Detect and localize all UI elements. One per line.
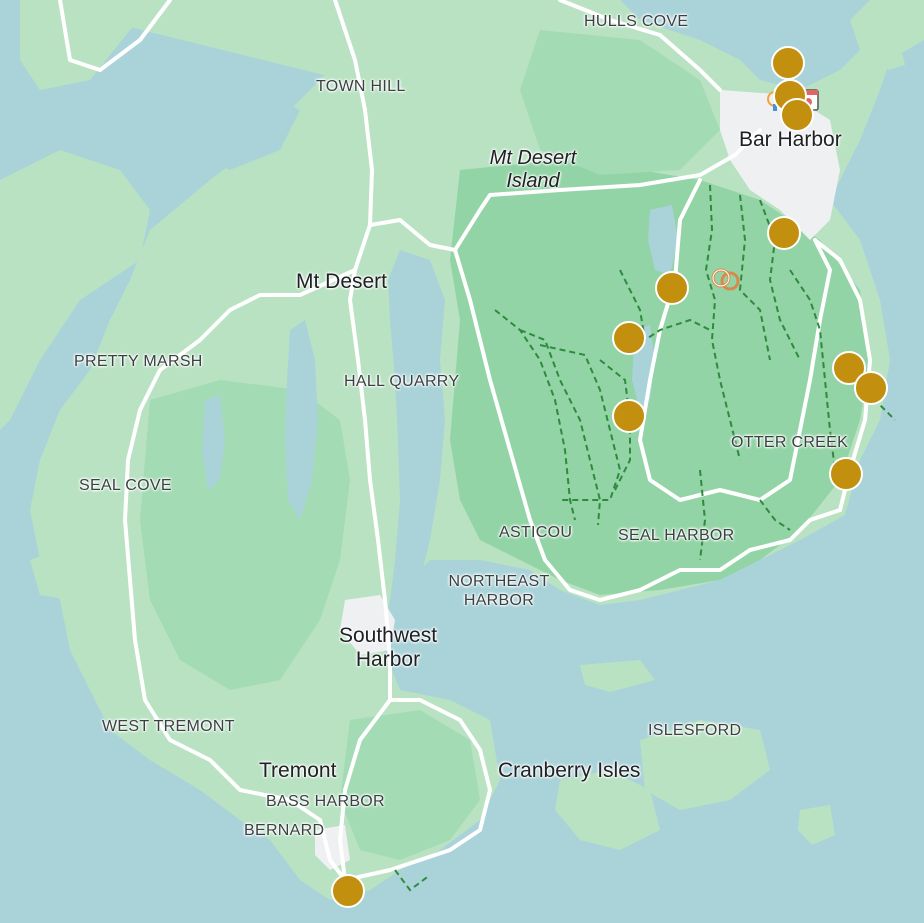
map-marker[interactable] [655, 271, 689, 305]
map-base-layer [0, 0, 924, 923]
map-canvas[interactable]: HULLS COVE TOWN HILL Bar Harbor Mt Deser… [0, 0, 924, 923]
map-marker[interactable] [829, 457, 863, 491]
map-marker[interactable] [780, 98, 814, 132]
map-marker[interactable] [771, 46, 805, 80]
map-marker[interactable] [612, 321, 646, 355]
rings-poi-icon[interactable] [708, 264, 744, 294]
map-marker[interactable] [767, 216, 801, 250]
map-marker[interactable] [331, 874, 365, 908]
map-marker[interactable] [612, 399, 646, 433]
map-marker[interactable] [854, 371, 888, 405]
